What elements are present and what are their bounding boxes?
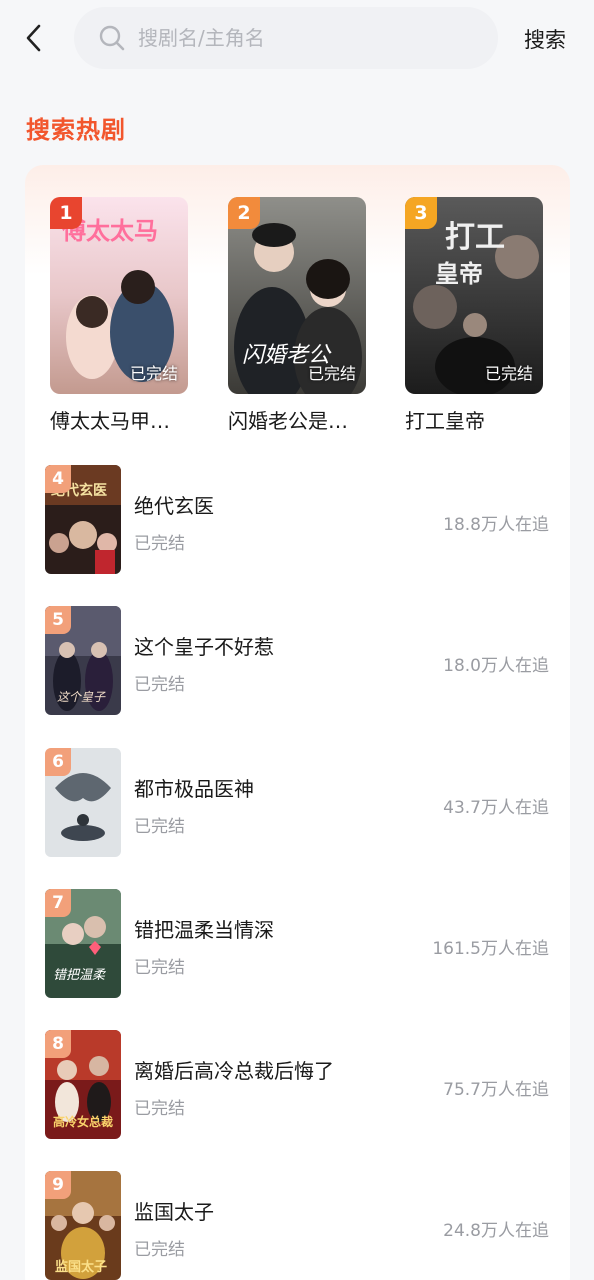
drama-cover: 傅太太马 1 已完结 — [50, 197, 188, 394]
list-item[interactable]: 错把温柔 7 错把温柔当情深 已完结 161.5万人在追 — [25, 888, 570, 1030]
section-title: 搜索热剧 — [26, 116, 126, 144]
drama-cover: 打工 皇帝 3 已完结 — [405, 197, 543, 394]
rank-badge: 2 — [228, 197, 260, 229]
drama-title: 打工皇帝 — [405, 409, 485, 433]
follow-count: 18.0万人在追 — [443, 656, 549, 677]
drama-thumbnail: 绝代玄医 4 — [45, 465, 121, 574]
status-label: 已完结 — [134, 1099, 185, 1120]
drama-title: 傅太太马甲… — [50, 409, 170, 433]
search-box[interactable] — [74, 7, 498, 69]
status-label: 已完结 — [484, 364, 533, 383]
rank-badge: 4 — [45, 465, 71, 493]
svg-text:高冷女总裁: 高冷女总裁 — [53, 1114, 113, 1129]
status-label: 已完结 — [134, 957, 185, 978]
chevron-left-icon — [26, 24, 41, 52]
rank-badge: 6 — [45, 747, 71, 776]
ranked-list: 绝代玄医 4 绝代玄医 已完结 18.8万人在追 这个皇子 5 这个皇子不好惹 … — [25, 465, 570, 1280]
hot-drama-card: 傅太太马 1 已完结 傅太太马甲… 闪婚老公 2 已完结 闪婚老公是… 打工 皇… — [25, 165, 570, 1280]
top-drama-item[interactable]: 傅太太马 1 已完结 傅太太马甲… — [50, 197, 188, 434]
svg-text:这个皇子: 这个皇子 — [57, 690, 106, 704]
list-item[interactable]: 监国太子 9 监国太子 已完结 24.8万人在追 — [25, 1171, 570, 1280]
svg-text:皇帝: 皇帝 — [435, 260, 483, 288]
status-label: 已完结 — [129, 364, 178, 383]
svg-text:监国太子: 监国太子 — [55, 1259, 107, 1275]
top-drama-item[interactable]: 打工 皇帝 3 已完结 打工皇帝 — [405, 197, 543, 434]
drama-thumbnail: 高冷女总裁 8 — [45, 1030, 121, 1140]
rank-badge: 7 — [45, 888, 71, 917]
status-label: 已完结 — [134, 1240, 185, 1261]
follow-count: 43.7万人在追 — [443, 797, 549, 818]
drama-thumbnail: 这个皇子 5 — [45, 606, 121, 716]
search-page: 搜索 搜索热剧 — [0, 0, 594, 1280]
back-button[interactable] — [16, 20, 52, 56]
top3-row: 傅太太马 1 已完结 傅太太马甲… 闪婚老公 2 已完结 闪婚老公是… 打工 皇… — [25, 165, 570, 435]
rank-badge: 1 — [50, 197, 82, 229]
svg-text:打工: 打工 — [445, 220, 505, 255]
drama-title: 闪婚老公是… — [228, 409, 348, 433]
search-icon — [99, 25, 125, 51]
drama-title: 监国太子 — [134, 1200, 214, 1225]
svg-text:错把温柔: 错把温柔 — [53, 968, 107, 983]
drama-title: 都市极品医神 — [134, 776, 254, 801]
search-button[interactable]: 搜索 — [524, 24, 566, 54]
top-drama-item[interactable]: 闪婚老公 2 已完结 闪婚老公是… — [228, 197, 366, 434]
follow-count: 18.8万人在追 — [443, 515, 549, 535]
header: 搜索 — [0, 0, 594, 80]
list-item[interactable]: 高冷女总裁 8 离婚后高冷总裁后悔了 已完结 75.7万人在追 — [25, 1030, 570, 1171]
search-input[interactable] — [138, 26, 458, 50]
drama-thumbnail: 错把温柔 7 — [45, 888, 121, 998]
status-label: 已完结 — [134, 816, 185, 837]
drama-title: 这个皇子不好惹 — [134, 635, 274, 660]
follow-count: 161.5万人在追 — [432, 938, 549, 959]
drama-title: 绝代玄医 — [134, 494, 214, 518]
drama-thumbnail: 监国太子 9 — [45, 1171, 121, 1280]
drama-title: 离婚后高冷总裁后悔了 — [134, 1059, 334, 1084]
status-label: 已完结 — [307, 364, 356, 383]
status-label: 已完结 — [134, 675, 185, 696]
rank-badge: 8 — [45, 1030, 71, 1059]
drama-title: 错把温柔当情深 — [134, 917, 274, 942]
list-item[interactable]: 6 都市极品医神 已完结 43.7万人在追 — [25, 747, 570, 889]
follow-count: 75.7万人在追 — [443, 1080, 549, 1101]
rank-badge: 5 — [45, 606, 71, 635]
rank-badge: 9 — [45, 1171, 71, 1200]
drama-cover: 闪婚老公 2 已完结 — [228, 197, 366, 394]
follow-count: 24.8万人在追 — [443, 1221, 549, 1242]
list-item[interactable]: 这个皇子 5 这个皇子不好惹 已完结 18.0万人在追 — [25, 606, 570, 747]
status-label: 已完结 — [134, 534, 185, 554]
rank-badge: 3 — [405, 197, 437, 229]
list-item[interactable]: 绝代玄医 4 绝代玄医 已完结 18.8万人在追 — [25, 465, 570, 606]
drama-thumbnail: 6 — [45, 747, 121, 857]
